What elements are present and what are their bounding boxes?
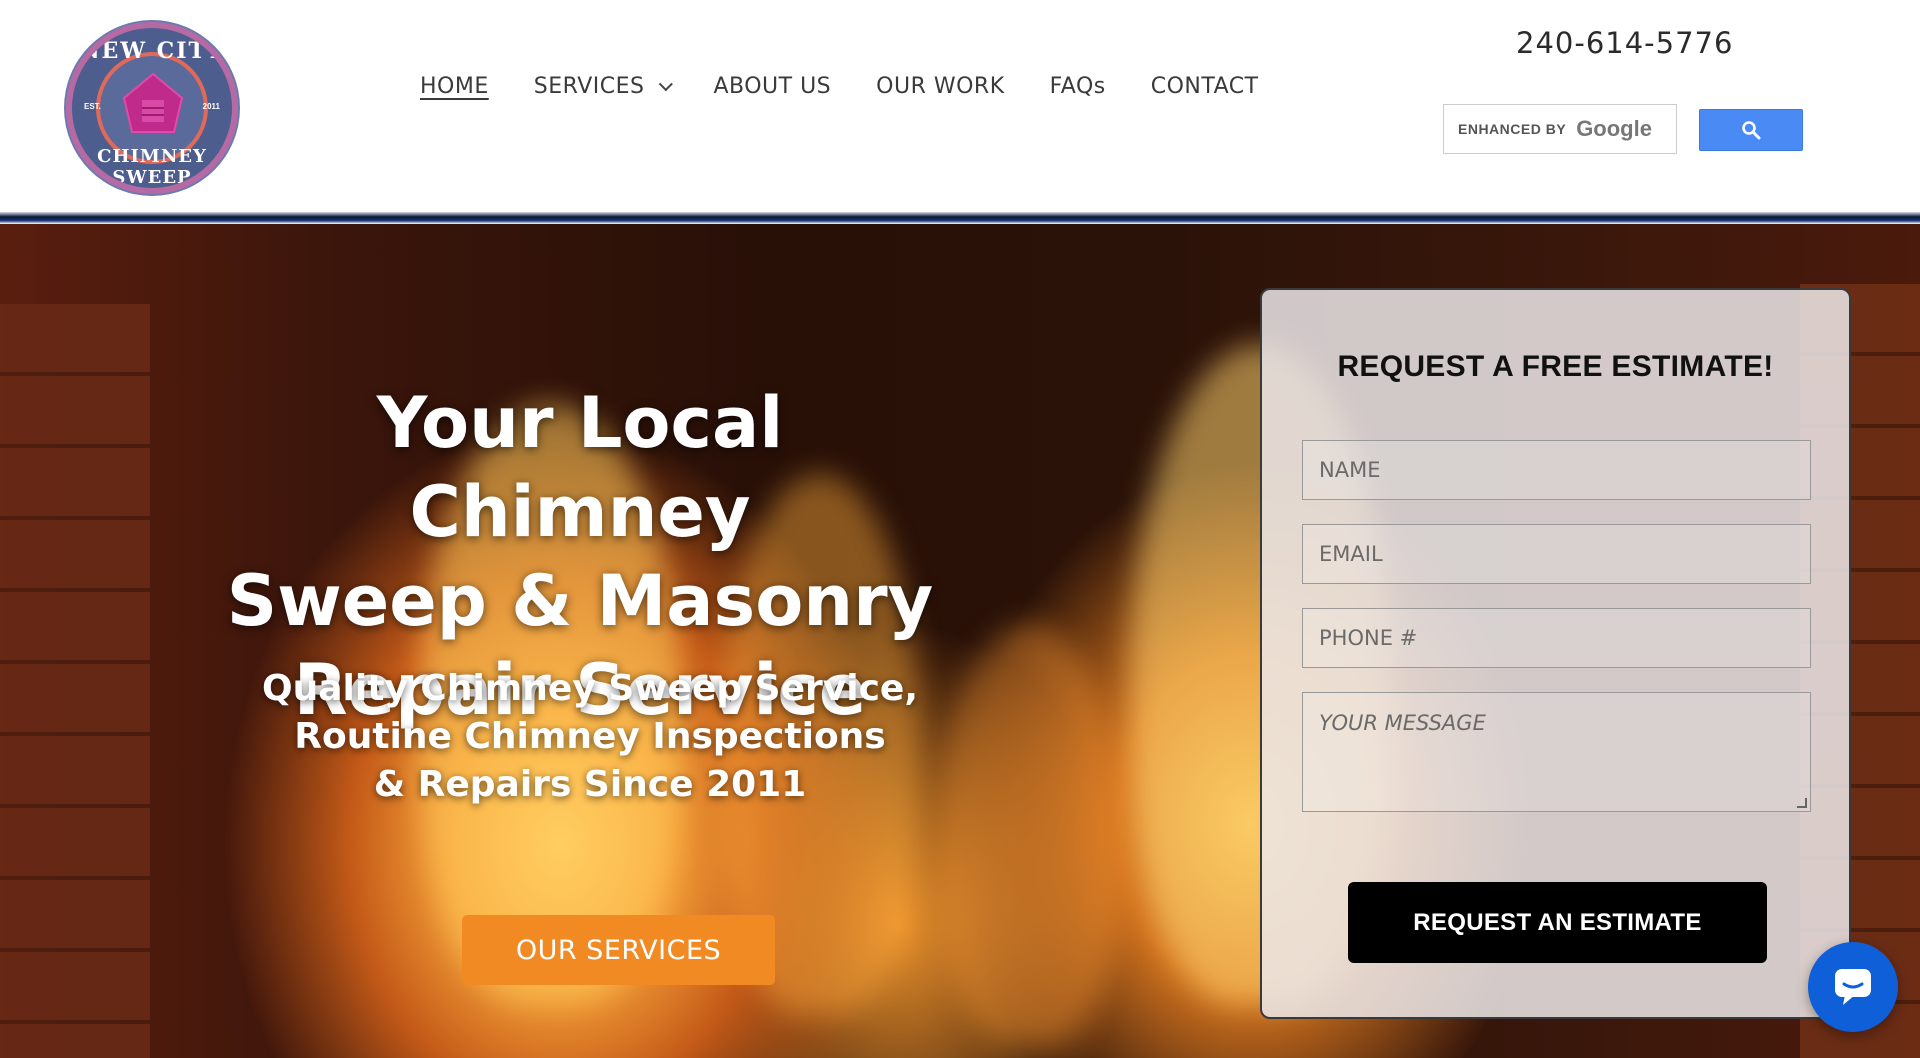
nav-contact[interactable]: CONTACT [1151, 74, 1259, 99]
logo-top-text: NEW CITY [79, 38, 225, 64]
google-wordmark: Google [1576, 116, 1652, 141]
hero-section: Your Local Chimney Sweep & Masonry Repai… [0, 224, 1920, 1058]
nav-about-us[interactable]: ABOUT US [713, 74, 831, 99]
chat-widget-button[interactable] [1808, 942, 1898, 1032]
logo-bottom-text: CHIMNEY SWEEP [97, 146, 207, 188]
hero-title-line: Your Local Chimney [376, 382, 784, 553]
email-field[interactable]: EMAIL [1302, 524, 1811, 584]
search-input[interactable]: ENHANCED BY Google [1443, 104, 1677, 154]
house-icon [122, 72, 184, 133]
search-enhanced-label: ENHANCED BY [1458, 121, 1567, 137]
search-icon [1742, 121, 1761, 140]
phone-number[interactable]: 240-614-5776 [1516, 26, 1733, 60]
hero-bricks-left [0, 304, 150, 1058]
nav-services-label: SERVICES [533, 74, 645, 99]
message-placeholder: YOUR MESSAGE [1319, 711, 1486, 735]
hero-subtitle: Quality Chimney Sweep Service, Routine C… [250, 665, 930, 809]
name-field[interactable]: NAME [1302, 440, 1811, 500]
form-title: REQUEST A FREE ESTIMATE! [1337, 350, 1774, 383]
site-header: NEW CITY EST. 2011 CHIMNEY SWEEP HOME SE… [0, 0, 1920, 212]
chat-bubble-icon [1835, 969, 1871, 1005]
search-button[interactable] [1699, 109, 1803, 151]
main-nav: HOME SERVICES ABOUT US OUR WORK FAQs CON… [420, 74, 1304, 99]
hero-flame [940, 624, 1120, 1044]
logo-est: EST. [84, 102, 101, 111]
nav-home[interactable]: HOME [420, 74, 489, 99]
nav-services[interactable]: SERVICES [533, 74, 674, 99]
our-services-button[interactable]: OUR SERVICES [462, 915, 775, 985]
hero-subtitle-line: Quality Chimney Sweep Service, [261, 668, 918, 709]
hero-title-line: Sweep & Masonry [226, 560, 934, 642]
hero-subtitle-line: Routine Chimney Inspections [294, 716, 886, 757]
header-divider [0, 212, 1920, 224]
estimate-form: REQUEST A FREE ESTIMATE! NAME EMAIL PHON… [1260, 288, 1851, 1019]
nav-our-work[interactable]: OUR WORK [876, 74, 1004, 99]
chevron-down-icon [659, 76, 674, 91]
hero-subtitle-line: & Repairs Since 2011 [373, 764, 807, 805]
request-estimate-button[interactable]: REQUEST AN ESTIMATE [1348, 882, 1767, 963]
site-logo[interactable]: NEW CITY EST. 2011 CHIMNEY SWEEP [66, 22, 238, 194]
message-field[interactable]: YOUR MESSAGE [1302, 692, 1811, 812]
logo-year: 2011 [202, 102, 220, 111]
nav-faqs[interactable]: FAQs [1050, 74, 1106, 99]
phone-field[interactable]: PHONE # [1302, 608, 1811, 668]
resize-handle-icon[interactable] [1797, 798, 1807, 808]
